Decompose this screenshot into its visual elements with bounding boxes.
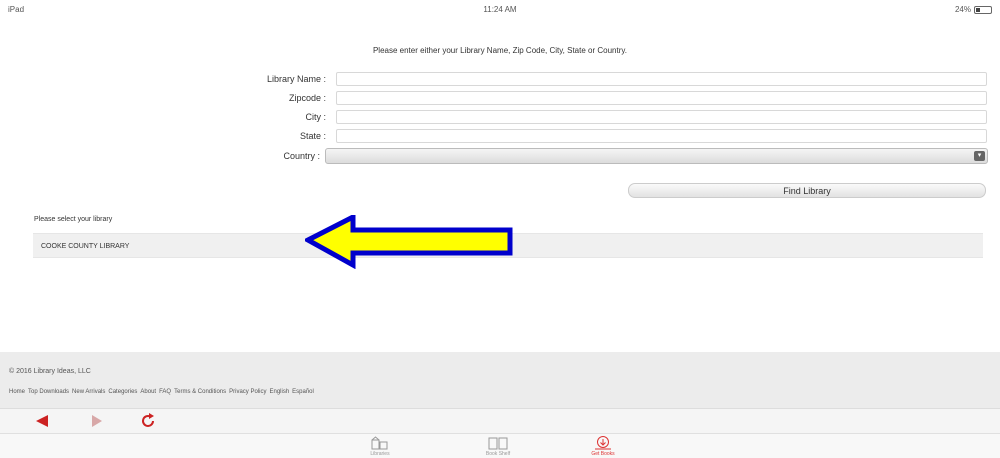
- zipcode-row: Zipcode :: [0, 90, 1000, 106]
- dropdown-arrow-icon: ▾: [974, 151, 985, 161]
- tab-book-shelf[interactable]: Book Shelf: [463, 436, 533, 457]
- tab-get-books-label: Get Books: [591, 451, 615, 457]
- footer-link-privacy[interactable]: Privacy Policy: [229, 389, 266, 395]
- library-icon: [371, 436, 388, 450]
- state-label: State :: [299, 131, 326, 141]
- footer-link-home[interactable]: Home: [9, 389, 25, 395]
- refresh-icon[interactable]: [140, 413, 156, 429]
- state-input[interactable]: [336, 129, 987, 143]
- footer-link-faq[interactable]: FAQ: [159, 389, 171, 395]
- battery-percent: 24%: [954, 5, 971, 14]
- forward-arrow-icon[interactable]: [90, 415, 104, 427]
- battery-status: 24%: [955, 5, 992, 14]
- zipcode-label: Zipcode :: [288, 93, 326, 103]
- download-icon: [595, 436, 611, 450]
- library-name-label: Library Name :: [266, 74, 326, 84]
- state-row: State :: [0, 128, 1000, 144]
- footer-link-top-downloads[interactable]: Top Downloads: [28, 389, 69, 395]
- city-input[interactable]: [336, 110, 987, 124]
- battery-icon: [974, 5, 992, 14]
- find-library-button[interactable]: Find Library: [628, 183, 986, 198]
- footer-link-about[interactable]: About: [140, 389, 156, 395]
- annotation-arrow: [305, 215, 513, 269]
- library-name-input[interactable]: [336, 72, 987, 86]
- city-label: City :: [305, 112, 326, 122]
- status-time: 11:24 AM: [483, 5, 517, 14]
- copyright: © 2016 Library Ideas, LLC: [9, 368, 91, 375]
- city-row: City :: [0, 109, 1000, 125]
- footer-link-categories[interactable]: Categories: [108, 389, 137, 395]
- country-select[interactable]: ▾: [325, 148, 988, 164]
- footer-link-new-arrivals[interactable]: New Arrivals: [72, 389, 105, 395]
- browser-toolbar: [0, 408, 1000, 433]
- tab-libraries-label: Libraries: [370, 451, 390, 457]
- tab-book-shelf-label: Book Shelf: [485, 451, 511, 457]
- status-bar: iPad 11:24 AM 24%: [0, 0, 1000, 20]
- footer-links: Home Top Downloads New Arrivals Categori…: [9, 389, 314, 395]
- bookshelf-icon: [488, 437, 508, 450]
- tab-get-books[interactable]: Get Books: [568, 436, 638, 457]
- footer-link-terms[interactable]: Terms & Conditions: [174, 389, 226, 395]
- library-name-row: Library Name :: [0, 71, 1000, 87]
- footer: © 2016 Library Ideas, LLC Home Top Downl…: [0, 352, 1000, 408]
- tab-libraries[interactable]: Libraries: [345, 436, 415, 457]
- back-arrow-icon[interactable]: [36, 415, 52, 427]
- zipcode-input[interactable]: [336, 91, 987, 105]
- country-label: Country :: [283, 151, 320, 161]
- search-prompt: Please enter either your Library Name, Z…: [372, 46, 628, 55]
- library-name: COOKE COUNTY LIBRARY: [41, 243, 130, 250]
- footer-link-english[interactable]: English: [269, 389, 289, 395]
- footer-link-espanol[interactable]: Español: [292, 389, 314, 395]
- results-title: Please select your library: [34, 216, 113, 223]
- arrow-shape: [305, 215, 513, 269]
- tab-bar: Libraries Book Shelf Get Books: [0, 433, 1000, 458]
